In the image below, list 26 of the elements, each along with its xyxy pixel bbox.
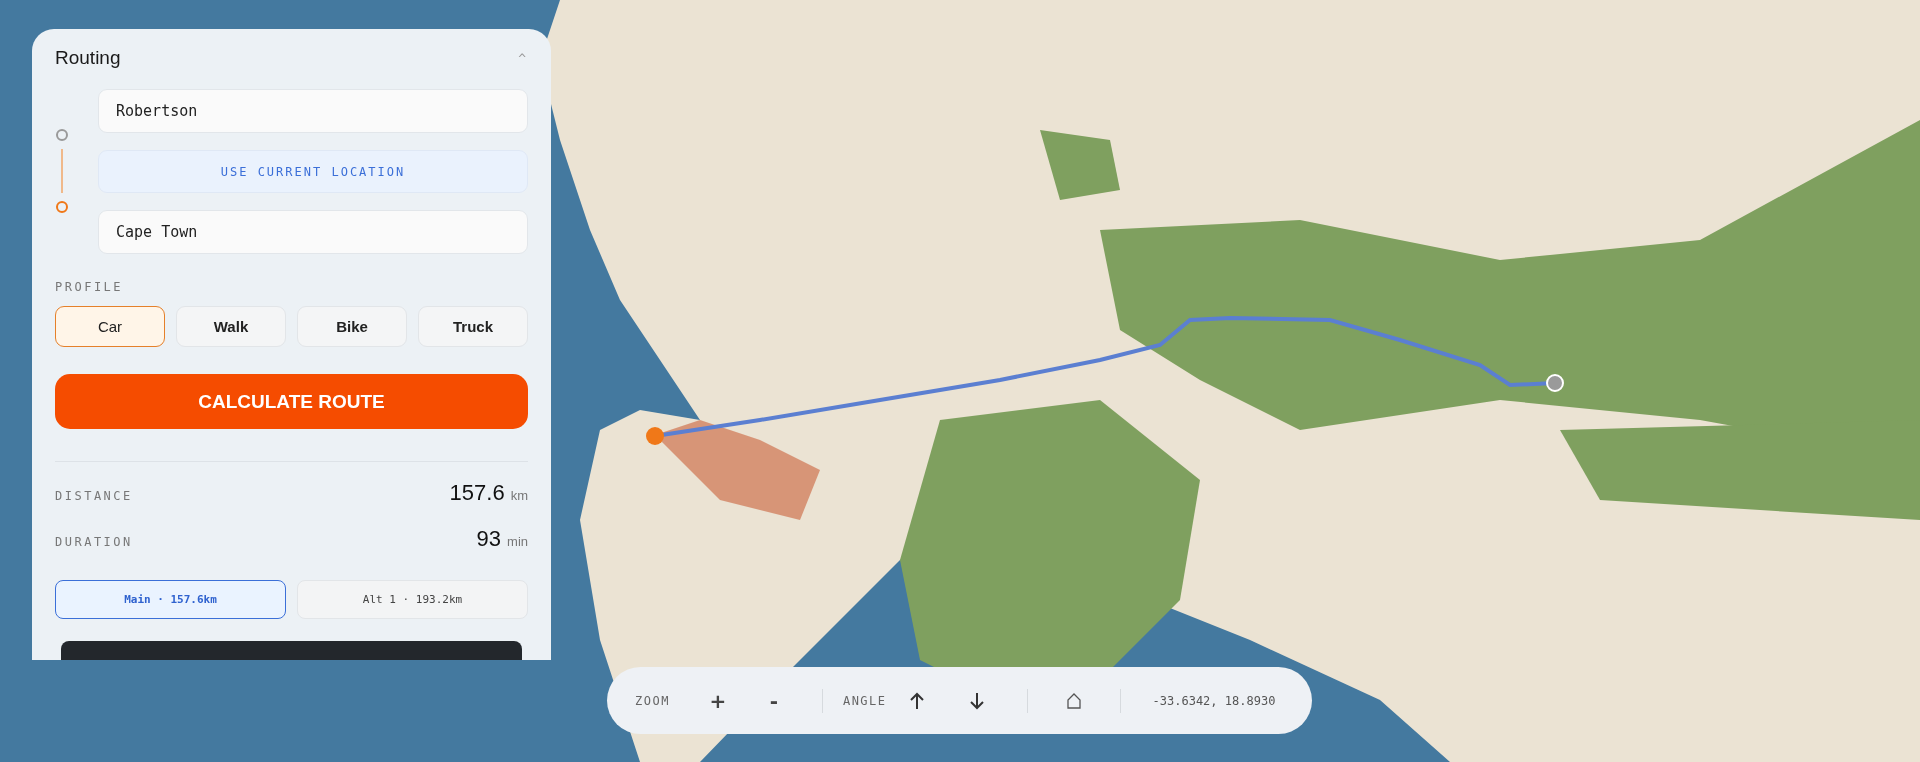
stat-value: 157.6: [449, 480, 505, 507]
profile-button[interactable]: Walk: [176, 306, 286, 347]
destination-field[interactable]: Cape Town: [98, 210, 528, 254]
use-location-button[interactable]: USE CURRENT LOCATION: [98, 150, 528, 193]
profile-button[interactable]: Car: [55, 306, 165, 347]
stat-value: 93: [476, 526, 502, 553]
panel-title: Routing: [55, 47, 121, 69]
stat-unit: min: [507, 534, 528, 550]
profile-label: PROFILE: [55, 280, 125, 294]
coordinates-readout: -33.6342, 18.8930: [1152, 693, 1276, 708]
stat-unit: km: [510, 488, 528, 504]
route-option-tab[interactable]: Main · 157.6km: [55, 580, 286, 620]
arrow-up-icon[interactable]: [908, 691, 925, 710]
home-icon[interactable]: [1065, 692, 1082, 709]
profile-button[interactable]: Bike: [297, 306, 407, 347]
calculate-route-button[interactable]: CALCULATE ROUTE: [55, 374, 528, 430]
profile-button[interactable]: Truck: [418, 306, 528, 347]
route-option-tab[interactable]: Alt 1 · 193.2km: [297, 580, 528, 620]
arrow-down-icon[interactable]: [968, 691, 985, 710]
stat-label: DISTANCE: [55, 489, 134, 504]
angle-label: ANGLE: [842, 693, 887, 708]
zoom-out-button[interactable]: -: [745, 688, 802, 713]
zoom-label: ZOOM: [635, 693, 670, 708]
start-field[interactable]: Robertson: [98, 89, 528, 133]
stat-label: DURATION: [55, 535, 134, 550]
zoom-in-button[interactable]: +: [689, 688, 746, 713]
